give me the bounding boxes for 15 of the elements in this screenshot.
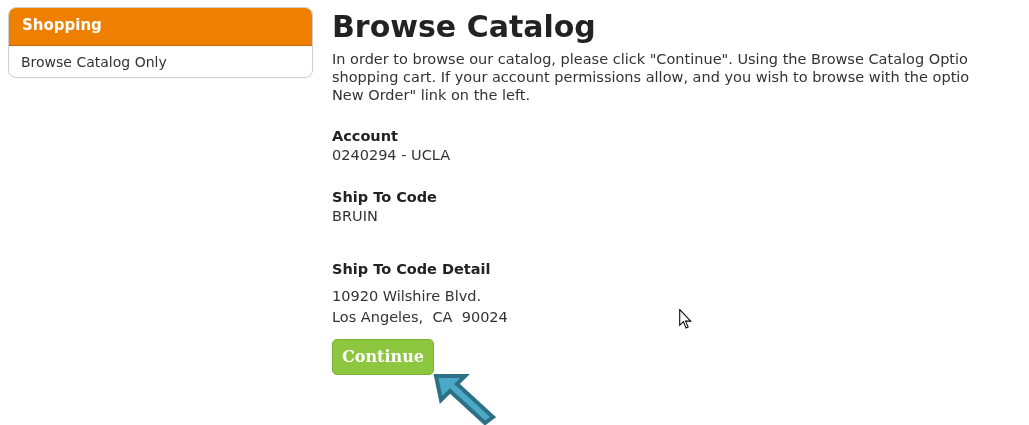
field-value: Los Angeles, CA 90024 bbox=[332, 308, 508, 327]
field-label: Account bbox=[332, 127, 398, 146]
intro-text-line: In order to browse our catalog, please click "Continue". Using the Browse Catalog Optio bbox=[332, 50, 968, 68]
mouse-pointer-icon bbox=[679, 309, 692, 329]
field-value: BRUIN bbox=[332, 207, 378, 226]
field-value: 0240294 - UCLA bbox=[332, 146, 451, 165]
sidebar-heading: Shopping bbox=[9, 8, 312, 46]
field-label: Ship To Code Detail bbox=[332, 260, 491, 279]
intro-text-line: New Order" link on the left. bbox=[332, 86, 531, 104]
field-value: 10920 Wilshire Blvd. bbox=[332, 287, 482, 306]
field-label: Ship To Code bbox=[332, 188, 437, 207]
sidebar-link[interactable]: Browse Catalog Only bbox=[9, 46, 312, 77]
pointing-arrow-icon bbox=[433, 373, 497, 425]
page-title: Browse Catalog bbox=[332, 9, 597, 45]
intro-text-line: shopping cart. If your account permissions allow, and you wish to browse with the optio bbox=[332, 68, 970, 86]
